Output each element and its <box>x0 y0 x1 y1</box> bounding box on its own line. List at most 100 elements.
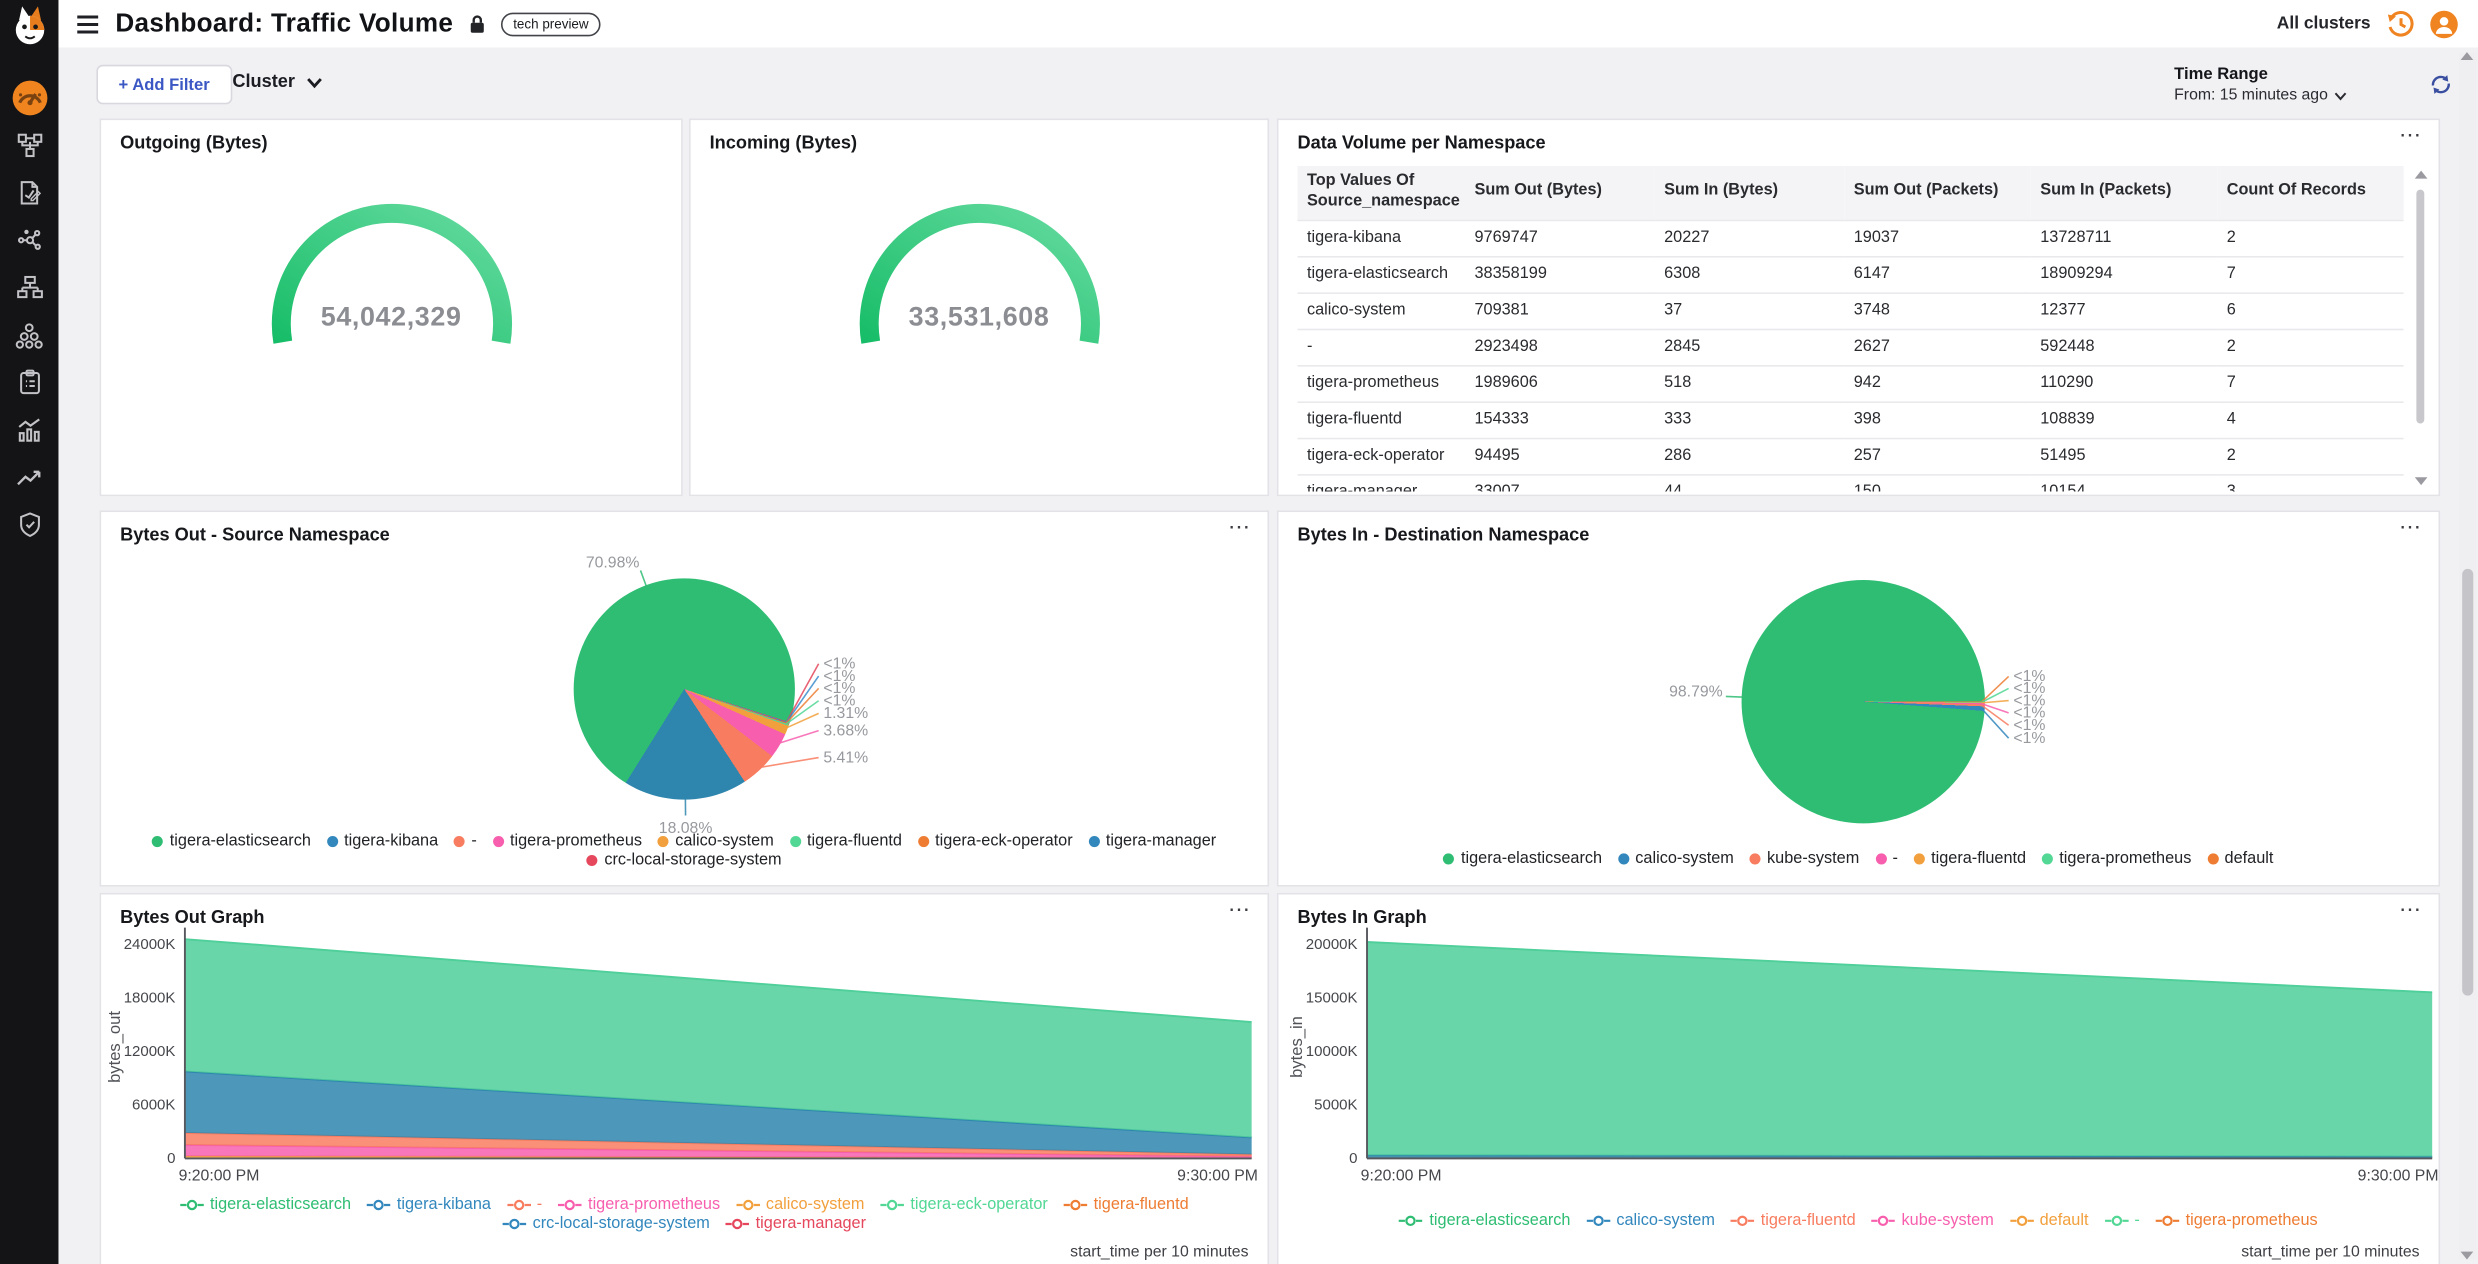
col-header[interactable]: Top Values Of Source_namespace <box>1297 166 1465 220</box>
add-filter-button[interactable]: + Add Filter <box>96 65 231 105</box>
legend-item[interactable]: tigera-fluentd <box>790 833 902 850</box>
table-scrollbar[interactable] <box>2413 171 2427 485</box>
legend-item[interactable]: tigera-eck-operator <box>918 833 1073 850</box>
sidebar-item-threat-defense[interactable] <box>0 501 58 548</box>
sidebar-item-service-graph[interactable] <box>0 122 58 169</box>
network-sets-icon <box>15 273 43 301</box>
y-tick: 18000K <box>124 990 176 1007</box>
legend-item[interactable]: tigera-elasticsearch <box>152 833 310 850</box>
legend-item[interactable]: tigera-kibana <box>327 833 438 850</box>
legend-item[interactable]: tigera-elasticsearch <box>1399 1212 1570 1229</box>
history-icon[interactable] <box>2385 9 2415 39</box>
cluster-filter-dropdown[interactable]: Cluster <box>232 73 321 92</box>
col-header[interactable]: Count Of Records <box>2217 166 2403 220</box>
outgoing-bytes-gauge[interactable]: 54,042,329 <box>257 201 526 365</box>
col-header[interactable]: Sum In (Packets) <box>2031 166 2217 220</box>
legend-item[interactable]: tigera-manager <box>1088 833 1216 850</box>
legend-item[interactable]: calico-system <box>1618 850 1734 867</box>
legend-item[interactable]: tigera-prometheus <box>493 833 642 850</box>
sidebar-item-network-sets[interactable] <box>0 264 58 311</box>
pie-slice-label: <1% <box>823 668 855 685</box>
legend-item[interactable]: tigera-elasticsearch <box>180 1196 351 1213</box>
scrollbar-thumb[interactable] <box>2462 569 2473 996</box>
pie-slice-label: <1% <box>2013 680 2045 697</box>
refresh-icon[interactable] <box>2429 73 2453 105</box>
panel-menu-icon[interactable]: ⋯ <box>2399 514 2423 541</box>
legend-item[interactable]: - <box>454 833 477 850</box>
scroll-down-icon[interactable] <box>2461 1252 2474 1260</box>
legend-item[interactable]: kube-system <box>1872 1212 1994 1229</box>
legend-item[interactable]: tigera-prometheus <box>2156 1212 2318 1229</box>
panel-menu-icon[interactable]: ⋯ <box>1228 514 1252 541</box>
bytes-in-area-chart[interactable]: 05000K10000K15000K20000K9:20:00 PM9:30:0… <box>1279 894 2442 1264</box>
legend-item[interactable]: tigera-fluentd <box>1731 1212 1856 1229</box>
bytes-in-pie-chart[interactable] <box>1742 580 1985 823</box>
legend-item[interactable]: tigera-kibana <box>367 1196 491 1213</box>
incoming-bytes-gauge[interactable]: 33,531,608 <box>845 201 1114 365</box>
col-header[interactable]: Sum In (Bytes) <box>1655 166 1845 220</box>
menu-icon[interactable] <box>74 10 101 37</box>
panel-bytes-out-graph: Bytes Out Graph ⋯ 06000K12000K18000K2400… <box>100 893 1269 1264</box>
col-header[interactable]: Sum Out (Packets) <box>1844 166 2030 220</box>
scrollbar-thumb[interactable] <box>2416 190 2424 424</box>
pie-slice-label: 3.68% <box>823 722 868 739</box>
y-tick: 6000K <box>132 1097 175 1114</box>
table-row[interactable]: tigera-eck-operator94495286257514952 <box>1297 438 2403 474</box>
table-row[interactable]: tigera-prometheus19896065189421102907 <box>1297 365 2403 401</box>
graph-legend: tigera-elasticsearch calico-system tigera-… <box>1279 1212 2439 1229</box>
legend-item[interactable]: tigera-fluentd <box>1064 1196 1189 1213</box>
sidebar-item-activity[interactable] <box>0 406 58 453</box>
sidebar-item-managed-clusters[interactable] <box>0 311 58 358</box>
legend-item[interactable]: calico-system <box>736 1196 865 1213</box>
time-range-value[interactable]: From: 15 minutes ago <box>2174 87 2347 104</box>
legend-item[interactable]: crc-local-storage-system <box>587 852 782 869</box>
legend-item[interactable]: tigera-fluentd <box>1914 850 2026 867</box>
sidebar-item-timeline[interactable] <box>0 454 58 501</box>
legend-item[interactable]: tigera-manager <box>726 1215 866 1232</box>
sidebar-item-endpoints[interactable] <box>0 217 58 264</box>
cluster-selector[interactable]: All clusters <box>2277 14 2371 33</box>
table-row[interactable]: -2923498284526275924482 <box>1297 329 2403 365</box>
col-header[interactable]: Sum Out (Bytes) <box>1465 166 1655 220</box>
table-row[interactable]: tigera-elasticsearch38358199630861471890… <box>1297 256 2403 292</box>
legend-item[interactable]: tigera-elasticsearch <box>1444 850 1602 867</box>
table-row[interactable]: tigera-manager3300744150101543 <box>1297 474 2403 491</box>
legend-item[interactable]: tigera-prometheus <box>2042 850 2191 867</box>
pie-slice-label: <1% <box>823 680 855 697</box>
legend-item[interactable]: - <box>1875 850 1898 867</box>
scroll-up-icon[interactable] <box>2415 171 2428 179</box>
panel-menu-icon[interactable]: ⋯ <box>2399 122 2423 149</box>
legend-item[interactable]: - <box>507 1196 542 1213</box>
graph-legend: tigera-elasticsearchtigera-kibana-tigera… <box>101 1196 1267 1232</box>
table-row[interactable]: calico-system709381373748123776 <box>1297 293 2403 329</box>
calico-cat-logo[interactable] <box>6 3 53 58</box>
legend-item[interactable]: default <box>2207 850 2273 867</box>
sidebar-item-compliance[interactable] <box>0 359 58 406</box>
legend-item[interactable]: calico-system <box>658 833 774 850</box>
legend-item[interactable]: default <box>2010 1212 2089 1229</box>
legend-item[interactable]: calico-system <box>1586 1212 1715 1229</box>
sidebar-item-policies[interactable] <box>0 169 58 216</box>
scroll-up-icon[interactable] <box>2461 52 2474 60</box>
tech-preview-badge: tech preview <box>501 12 602 36</box>
sidebar-item-dashboards[interactable] <box>0 74 58 121</box>
legend-item[interactable]: - <box>2104 1212 2139 1229</box>
legend-item[interactable]: crc-local-storage-system <box>503 1215 710 1232</box>
user-avatar-icon[interactable] <box>2429 9 2459 39</box>
legend-item[interactable]: kube-system <box>1750 850 1860 867</box>
legend-item[interactable]: tigera-prometheus <box>558 1196 720 1213</box>
legend-line-marker-icon <box>2156 1214 2180 1228</box>
panel-data-volume-table: Data Volume per Namespace ⋯ Top Values O… <box>1277 119 2440 497</box>
x-tick: 9:30:00 PM <box>1177 1168 1258 1185</box>
bytes-out-pie-chart[interactable] <box>574 578 795 799</box>
legend-dot-icon <box>493 836 504 847</box>
table-row[interactable]: tigera-kibana97697472022719037137287112 <box>1297 220 2403 256</box>
page-scrollbar[interactable] <box>2459 52 2476 1259</box>
legend-item[interactable]: tigera-eck-operator <box>880 1196 1048 1213</box>
service-graph-icon <box>15 131 43 159</box>
scroll-down-icon[interactable] <box>2415 477 2428 485</box>
table-row[interactable]: tigera-fluentd1543333333981088394 <box>1297 402 2403 438</box>
pie-slice-label: <1% <box>823 693 855 710</box>
panel-title: Outgoing (Bytes) <box>101 120 681 153</box>
y-tick: 12000K <box>124 1043 176 1060</box>
